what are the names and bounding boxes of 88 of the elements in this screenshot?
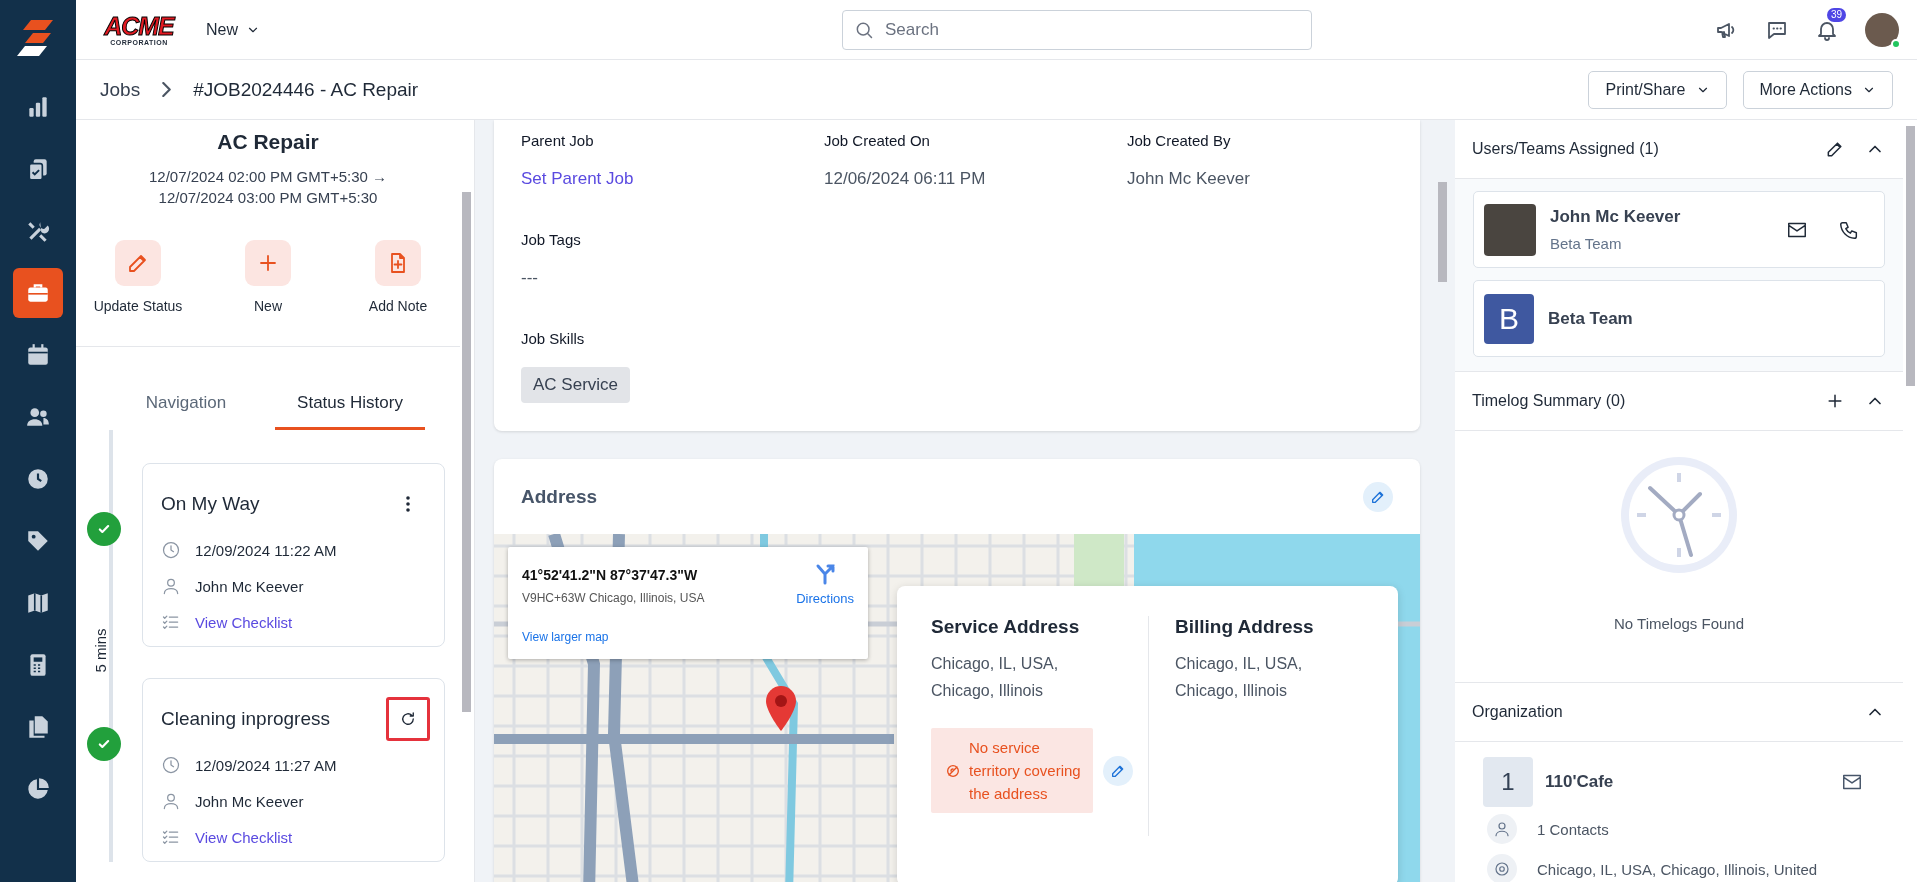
member-name: John Mc Keever bbox=[1550, 207, 1681, 227]
address-heading: Service Address bbox=[931, 616, 1081, 638]
organization-name: 110'Cafe bbox=[1545, 772, 1614, 792]
scrollbar[interactable] bbox=[1906, 126, 1915, 386]
pie-icon bbox=[25, 776, 51, 802]
calendar-icon bbox=[25, 342, 51, 368]
chevron-right-icon bbox=[162, 82, 172, 97]
section-title: Users/Teams Assigned (1) bbox=[1472, 140, 1659, 158]
empty-state-text: No Timelogs Found bbox=[1613, 615, 1745, 632]
kebab-icon bbox=[405, 495, 411, 513]
field-label: Job Created By bbox=[1127, 132, 1232, 149]
warning-text: No service territory covering the address bbox=[969, 738, 1082, 804]
organization-initial: 1 bbox=[1483, 757, 1533, 807]
refresh-icon bbox=[399, 710, 417, 728]
clock-icon bbox=[161, 755, 181, 775]
user-icon bbox=[161, 576, 181, 596]
address-line: Chicago, Illinois bbox=[1175, 681, 1289, 701]
dropdown-button[interactable]: More Actions bbox=[1742, 70, 1893, 109]
section-title: Address bbox=[521, 485, 598, 508]
no-territory-icon bbox=[945, 762, 961, 779]
job-schedule: 12/07/2024 03:00 PM GMT+5:30 bbox=[157, 188, 379, 208]
skill-tag: AC Service bbox=[521, 367, 631, 403]
team-name: Beta Team bbox=[1548, 308, 1633, 329]
field-label: Job Skills bbox=[521, 330, 586, 347]
scrollbar[interactable] bbox=[462, 192, 471, 712]
address-line: Chicago, IL, USA, bbox=[1175, 654, 1304, 674]
breadcrumb-item: #JOB2024446 - AC Repair bbox=[193, 78, 419, 101]
quick-action-button[interactable] bbox=[375, 240, 421, 286]
view-checklist-link[interactable]: View Checklist bbox=[195, 613, 293, 631]
refresh-button[interactable] bbox=[386, 697, 430, 741]
map-icon bbox=[25, 590, 51, 616]
field-label: Job Created On bbox=[824, 132, 931, 149]
contacts-count: 1 Contacts bbox=[1537, 820, 1609, 838]
field-label: Parent Job bbox=[521, 132, 595, 149]
new-menu[interactable]: New bbox=[202, 16, 264, 43]
member-card[interactable]: John Mc Keever Beta Team bbox=[1473, 191, 1885, 268]
status-user: John Mc Keever bbox=[195, 577, 304, 595]
clock-icon bbox=[161, 540, 181, 560]
team-card[interactable]: B Beta Team bbox=[1473, 280, 1885, 357]
status-time: 12/09/2024 11:22 AM bbox=[195, 541, 337, 559]
job-schedule: 12/07/2024 02:00 PM GMT+5:30 → bbox=[147, 167, 389, 187]
location-icon bbox=[1493, 860, 1511, 878]
field-value: John Mc Keever bbox=[1127, 169, 1251, 189]
quick-action-label: Update Status bbox=[93, 298, 183, 314]
sidebar-item[interactable] bbox=[13, 268, 63, 318]
status-title: On My Way bbox=[161, 493, 260, 515]
photo-placeholder bbox=[1484, 203, 1536, 256]
quick-action-button[interactable] bbox=[245, 240, 291, 286]
view-larger-map-link[interactable]: View larger map bbox=[522, 630, 854, 644]
plus-code: V9HC+63W Chicago, Illinois, USA bbox=[522, 591, 706, 605]
pencil-icon bbox=[1825, 139, 1845, 159]
field-value: --- bbox=[521, 268, 539, 288]
online-dot bbox=[1891, 38, 1901, 49]
dropdown-button[interactable]: Print/Share bbox=[1588, 70, 1727, 109]
quick-action-label: Add Note bbox=[368, 298, 428, 314]
team-initial: B bbox=[1484, 293, 1534, 344]
directions-button[interactable]: Directions bbox=[796, 561, 854, 606]
edit-button[interactable] bbox=[1825, 139, 1845, 159]
field-value: 12/06/2024 06:11 PM bbox=[824, 169, 987, 189]
map-coordinates: 41°52'41.2"N 87°37'47.3"W bbox=[522, 567, 699, 583]
notification-count: 39 bbox=[1827, 7, 1847, 22]
status-time: 12/09/2024 11:27 AM bbox=[195, 756, 337, 774]
member-team: Beta Team bbox=[1550, 235, 1623, 252]
avatar[interactable] bbox=[1865, 12, 1899, 47]
field-label: Job Tags bbox=[521, 231, 582, 248]
clock-icon bbox=[25, 466, 51, 492]
tab[interactable]: Status History bbox=[275, 387, 425, 430]
quick-action-label: New bbox=[254, 298, 282, 314]
organization-address: Chicago, IL, USA, Chicago, Illinois, United bbox=[1537, 860, 1818, 878]
tab[interactable]: Navigation bbox=[111, 387, 261, 430]
breadcrumb-item[interactable]: Jobs bbox=[100, 78, 141, 101]
time-gap-label: 5 mins bbox=[91, 628, 109, 673]
search-field[interactable]: Search bbox=[842, 9, 1312, 50]
status-title: Cleaning inprogress bbox=[161, 708, 330, 730]
map-pin-icon bbox=[764, 684, 798, 732]
address-heading: Billing Address bbox=[1175, 616, 1315, 638]
set-parent-job-link[interactable]: Set Parent Job bbox=[521, 169, 824, 189]
address-line: Chicago, Illinois bbox=[931, 681, 1045, 701]
user-icon bbox=[161, 791, 181, 811]
section-title: Timelog Summary (0) bbox=[1472, 392, 1626, 410]
user-icon bbox=[1493, 820, 1511, 838]
quick-action-button[interactable] bbox=[115, 240, 161, 286]
job-title: AC Repair bbox=[216, 130, 320, 154]
view-checklist-link[interactable]: View Checklist bbox=[195, 828, 293, 846]
section-title: Organization bbox=[1472, 703, 1563, 721]
address-line: Chicago, IL, USA, bbox=[931, 654, 1060, 674]
status-user: John Mc Keever bbox=[195, 792, 304, 810]
scrollbar[interactable] bbox=[1438, 182, 1447, 282]
